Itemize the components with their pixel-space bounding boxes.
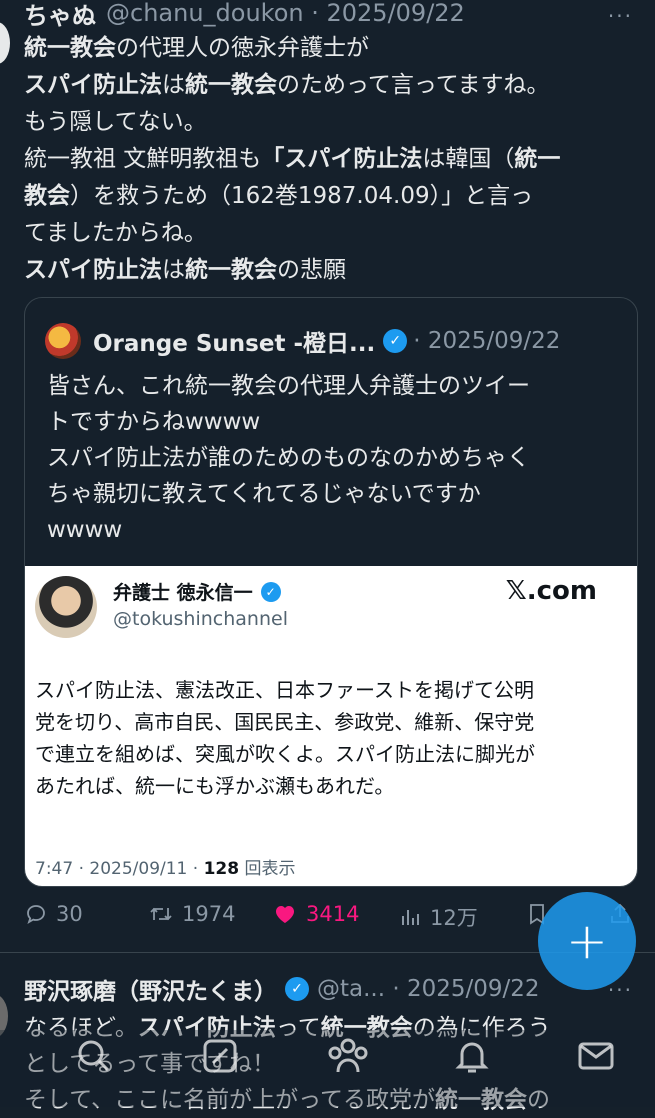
quoted-tweet[interactable]: Orange Sunset -橙日... ✓ · 2025/09/22 皆さん、…: [24, 297, 638, 887]
text-segment: は韓国（: [422, 146, 515, 172]
text-segment: もう隠してない。: [24, 109, 207, 135]
text-line: 統一教祖 文鮮明教祖も「スパイ防止法は韓国（統一: [24, 141, 644, 178]
card-avatar: [35, 576, 97, 638]
grok-icon[interactable]: [200, 1036, 240, 1076]
quoted-line: スパイ防止法が誰のためのものなのかめちゃく: [47, 445, 530, 471]
text-segment: 教会: [24, 183, 70, 209]
text-segment: は: [162, 257, 185, 283]
card-display-name: 弁護士 徳永信一 ✓: [113, 578, 281, 605]
reply-icon: [27, 905, 45, 924]
x-com-logo: 𝕏.com: [505, 576, 597, 606]
card-view-count: 128: [203, 859, 240, 879]
views-button[interactable]: 12万: [398, 902, 478, 932]
card-name-text: 弁護士 徳永信一: [113, 582, 253, 604]
card-meta: 7:47 · 2025/09/11 · 128 回表示: [35, 854, 296, 879]
card-views-label: 回表示: [239, 859, 296, 879]
search-icon[interactable]: [74, 1036, 114, 1076]
quoted-line: トですからねwwww: [47, 409, 261, 435]
avatar[interactable]: [0, 22, 10, 64]
notifications-icon[interactable]: [452, 1036, 492, 1076]
quoted-avatar: [45, 323, 81, 359]
quoted-tweet-text: 皆さん、これ統一教会の代理人弁護士のツイー トですからねwwww スパイ防止法が…: [47, 368, 617, 548]
text-segment: 「スパイ防止法: [261, 146, 423, 172]
quoted-line: ちゃ親切に教えてくれてるじゃないですか: [47, 481, 481, 507]
text-segment: ）を救うため（162巻1987.04.09）」と言っ: [70, 183, 534, 209]
text-segment: スパイ防止法: [24, 72, 162, 98]
compose-button[interactable]: +: [538, 892, 636, 990]
repost-icon: [150, 907, 172, 921]
repost-button[interactable]: 1974: [148, 902, 235, 926]
text-segment: 統一教祖 文鮮明教祖も: [24, 146, 262, 172]
card-handle: @tokushinchannel: [113, 608, 288, 630]
tweet-text: 統一教会の代理人の徳永弁護士が スパイ防止法は統一教会のためって言ってますね。 もう…: [24, 30, 644, 289]
reply-count: 30: [56, 902, 83, 926]
like-button[interactable]: 3414: [272, 902, 359, 926]
embedded-screenshot-card[interactable]: 弁護士 徳永信一 ✓ @tokushinchannel 𝕏.com スパイ防止法…: [25, 566, 637, 886]
card-line: あたれば、統一にも浮かぶ瀬もあれだ。: [35, 774, 395, 798]
text-line: スパイ防止法は統一教会の悲願: [24, 252, 644, 289]
card-line: 党を切り、高市自民、国民民主、参政党、維新、保守党: [35, 710, 535, 734]
messages-icon[interactable]: [576, 1036, 616, 1076]
reply-button[interactable]: 30: [24, 902, 83, 926]
quoted-line: 皆さん、これ統一教会の代理人弁護士のツイー: [47, 373, 530, 399]
handle-and-date[interactable]: @chanu_doukon · 2025/09/22: [106, 0, 465, 27]
text-line: 教会）を救うため（162巻1987.04.09）」と言っ: [24, 178, 644, 215]
text-line: 統一教会の代理人の徳永弁護士が: [24, 30, 644, 67]
text-segment: 統一: [514, 146, 561, 172]
quoted-line: wwww: [47, 517, 123, 543]
analytics-icon: [402, 910, 419, 925]
tweet-header: 野沢琢磨（野沢たくま） ✓ @ta... · 2025/09/22: [24, 968, 540, 1010]
text-line: スパイ防止法は統一教会のためって言ってますね。: [24, 67, 644, 104]
handle-and-date[interactable]: @ta... · 2025/09/22: [317, 976, 540, 1002]
text-segment: 統一教会: [24, 35, 116, 61]
quoted-display-name: Orange Sunset -橙日...: [93, 331, 376, 357]
text-line: もう隠してない。: [24, 104, 644, 141]
repost-count: 1974: [182, 902, 236, 926]
quoted-date: · 2025/09/22: [413, 328, 561, 354]
text-segment: は: [162, 72, 185, 98]
quoted-tweet-header: Orange Sunset -橙日... ✓ · 2025/09/22: [45, 323, 561, 359]
like-count: 3414: [306, 902, 360, 926]
card-line: で連立を組めば、突風が吹くよ。スパイ防止法に脚光が: [35, 742, 535, 766]
text-line: てましたからね。: [24, 215, 644, 252]
text-segment: スパイ防止法: [24, 257, 162, 283]
tweet-header: ちゃぬ @chanu_doukon · 2025/09/22: [24, 0, 465, 30]
card-line: スパイ防止法、憲法改正、日本ファーストを掲げて公明: [35, 678, 534, 702]
display-name[interactable]: 野沢琢磨（野沢たくま）: [24, 972, 277, 1006]
card-verified-badge-icon: ✓: [260, 581, 281, 602]
heart-icon: [276, 906, 294, 923]
text-segment: てましたからね。: [24, 220, 207, 246]
card-timestamp: 7:47 · 2025/09/11 ·: [35, 859, 204, 879]
card-text: スパイ防止法、憲法改正、日本ファーストを掲げて公明 党を切り、高市自民、国民民主…: [35, 674, 625, 802]
more-options-icon[interactable]: ···: [608, 4, 633, 28]
verified-badge-icon: ✓: [285, 977, 309, 1001]
display-name[interactable]: ちゃぬ: [24, 0, 96, 31]
communities-icon[interactable]: [326, 1036, 370, 1076]
text-segment: のためって言ってますね。: [277, 72, 550, 98]
views-count: 12万: [430, 906, 478, 930]
text-segment: 統一教会: [185, 257, 277, 283]
text-segment: 統一教会: [185, 72, 277, 98]
text-segment: の代理人の徳永弁護士が: [116, 35, 369, 61]
text-segment: の悲願: [277, 257, 346, 283]
verified-badge-icon: ✓: [383, 329, 408, 353]
bottom-nav: [0, 1030, 655, 1107]
